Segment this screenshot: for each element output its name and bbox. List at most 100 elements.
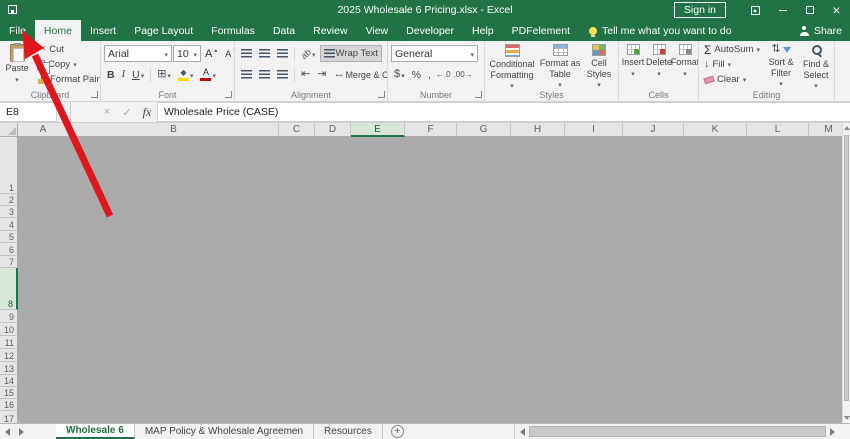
clipboard-dialog-launcher[interactable] xyxy=(91,91,98,98)
number-dialog-launcher[interactable] xyxy=(475,91,482,98)
row-header-8[interactable]: 8 xyxy=(0,268,18,310)
sheet-nav-left-button[interactable] xyxy=(0,424,14,439)
column-header-K[interactable]: K xyxy=(684,123,747,137)
cells-area[interactable] xyxy=(18,137,842,423)
align-right-button[interactable] xyxy=(274,66,291,83)
column-header-M[interactable]: M xyxy=(809,123,842,137)
conditional-formatting-button[interactable]: Conditional Formatting xyxy=(486,42,538,91)
increase-indent-button[interactable]: ⇥ xyxy=(314,66,329,83)
scroll-up-button[interactable] xyxy=(843,126,850,130)
ribbon-tab-help[interactable]: Help xyxy=(463,20,503,41)
format-painter-button[interactable]: Format Painter xyxy=(35,72,100,87)
delete-cells-button[interactable]: Delete xyxy=(646,42,672,78)
scroll-left-button[interactable] xyxy=(516,424,529,439)
minimize-button[interactable] xyxy=(769,0,796,20)
column-header-C[interactable]: C xyxy=(279,123,315,137)
ribbon-tab-data[interactable]: Data xyxy=(264,20,304,41)
ribbon-tab-pdfelement[interactable]: PDFelement xyxy=(503,20,579,41)
row-header-6[interactable]: 6 xyxy=(0,243,18,256)
row-header-16[interactable]: 16 xyxy=(0,399,18,411)
new-sheet-button[interactable] xyxy=(390,425,404,438)
insert-cells-button[interactable]: Insert xyxy=(620,42,646,78)
font-family-select[interactable]: Arial xyxy=(104,45,172,62)
ribbon-display-options-button[interactable] xyxy=(742,0,769,20)
cut-button[interactable]: ✂ Cut xyxy=(35,42,100,57)
row-header-17[interactable]: 17 xyxy=(0,411,18,423)
top-align-button[interactable] xyxy=(238,45,255,62)
ribbon-tab-page-layout[interactable]: Page Layout xyxy=(125,20,202,41)
insert-function-button[interactable]: fx xyxy=(137,102,157,122)
column-header-G[interactable]: G xyxy=(457,123,511,137)
row-header-15[interactable]: 15 xyxy=(0,387,18,399)
share-button[interactable]: Share xyxy=(799,20,842,41)
font-color-button[interactable]: A xyxy=(197,66,219,83)
horizontal-scrollbar[interactable] xyxy=(514,424,850,439)
formula-input[interactable]: Wholesale Price (CASE) xyxy=(157,102,850,122)
ribbon-tab-insert[interactable]: Insert xyxy=(81,20,125,41)
column-header-B[interactable]: B xyxy=(69,123,279,137)
horizontal-scroll-thumb[interactable] xyxy=(529,426,826,437)
copy-button[interactable]: Copy xyxy=(35,57,100,74)
clear-button[interactable]: Clear xyxy=(702,72,763,87)
column-header-I[interactable]: I xyxy=(565,123,623,137)
format-cells-button[interactable]: Format xyxy=(671,42,698,78)
format-as-table-button[interactable]: Format as Table xyxy=(538,42,582,90)
cell-styles-button[interactable]: Cell Styles xyxy=(582,42,616,90)
row-header-13[interactable]: 13 xyxy=(0,362,18,375)
vertical-scrollbar[interactable] xyxy=(842,123,850,423)
row-header-10[interactable]: 10 xyxy=(0,323,18,336)
ribbon-tab-review[interactable]: Review xyxy=(304,20,356,41)
fill-button[interactable]: ↓ Fill xyxy=(702,57,763,72)
accounting-format-button[interactable]: $ xyxy=(391,66,408,83)
row-header-7[interactable]: 7 xyxy=(0,256,18,268)
sign-in-button[interactable]: Sign in xyxy=(673,2,726,18)
column-header-L[interactable]: L xyxy=(747,123,809,137)
save-icon[interactable] xyxy=(8,5,17,14)
font-size-select[interactable]: 10 xyxy=(173,45,201,62)
merge-center-button[interactable]: ↔Merge & Center xyxy=(330,66,387,83)
underline-button[interactable]: U xyxy=(129,66,147,83)
column-header-A[interactable]: A xyxy=(18,123,69,137)
ribbon-tab-file[interactable]: File xyxy=(0,20,35,41)
close-button[interactable] xyxy=(823,0,850,20)
sheet-tab-resources[interactable]: Resources xyxy=(314,424,383,439)
row-header-4[interactable]: 4 xyxy=(0,218,18,231)
row-header-12[interactable]: 12 xyxy=(0,349,18,362)
percent-style-button[interactable]: % xyxy=(409,66,424,83)
name-box-dropdown[interactable] xyxy=(57,102,71,122)
row-header-3[interactable]: 3 xyxy=(0,206,18,218)
sheet-tab-wholesale-6[interactable]: Wholesale 6 xyxy=(56,424,135,439)
row-header-11[interactable]: 11 xyxy=(0,336,18,349)
column-header-F[interactable]: F xyxy=(405,123,457,137)
decrease-indent-button[interactable]: ⇤ xyxy=(298,66,313,83)
find-select-button[interactable]: Find & Select xyxy=(799,42,833,91)
borders-button[interactable]: ⊞ xyxy=(154,66,174,83)
row-header-9[interactable]: 9 xyxy=(0,310,18,323)
decrease-font-size-button[interactable]: A xyxy=(222,45,234,62)
tell-me-box[interactable]: Tell me what you want to do xyxy=(588,20,732,41)
cancel-icon[interactable] xyxy=(97,102,117,122)
fill-color-button[interactable]: ◆ xyxy=(175,66,197,83)
middle-align-button[interactable] xyxy=(256,45,273,62)
column-header-E[interactable]: E xyxy=(351,123,405,137)
scroll-right-button[interactable] xyxy=(826,424,839,439)
column-header-D[interactable]: D xyxy=(315,123,351,137)
restore-button[interactable] xyxy=(796,0,823,20)
ribbon-tab-home[interactable]: Home xyxy=(34,20,81,41)
select-all-button[interactable] xyxy=(0,123,18,137)
column-header-H[interactable]: H xyxy=(511,123,565,137)
italic-button[interactable]: I xyxy=(119,66,129,83)
number-format-select[interactable]: General xyxy=(391,45,478,62)
row-header-1[interactable]: 1 xyxy=(0,137,18,194)
sort-filter-button[interactable]: ⇅ Sort & Filter xyxy=(763,42,799,89)
vertical-scroll-thumb[interactable] xyxy=(844,135,849,401)
orientation-button[interactable]: ab xyxy=(298,45,319,62)
bottom-align-button[interactable] xyxy=(274,45,291,62)
sheet-nav-right-button[interactable] xyxy=(14,424,28,439)
row-header-5[interactable]: 5 xyxy=(0,231,18,243)
alignment-dialog-launcher[interactable] xyxy=(378,91,385,98)
decrease-decimal-button[interactable]: .00→ xyxy=(453,66,474,83)
sheet-tab-map-policy-wholesale-agreemen[interactable]: MAP Policy & Wholesale Agreemen xyxy=(134,424,315,439)
ribbon-tab-developer[interactable]: Developer xyxy=(397,20,463,41)
increase-font-size-button[interactable]: A xyxy=(202,45,221,62)
